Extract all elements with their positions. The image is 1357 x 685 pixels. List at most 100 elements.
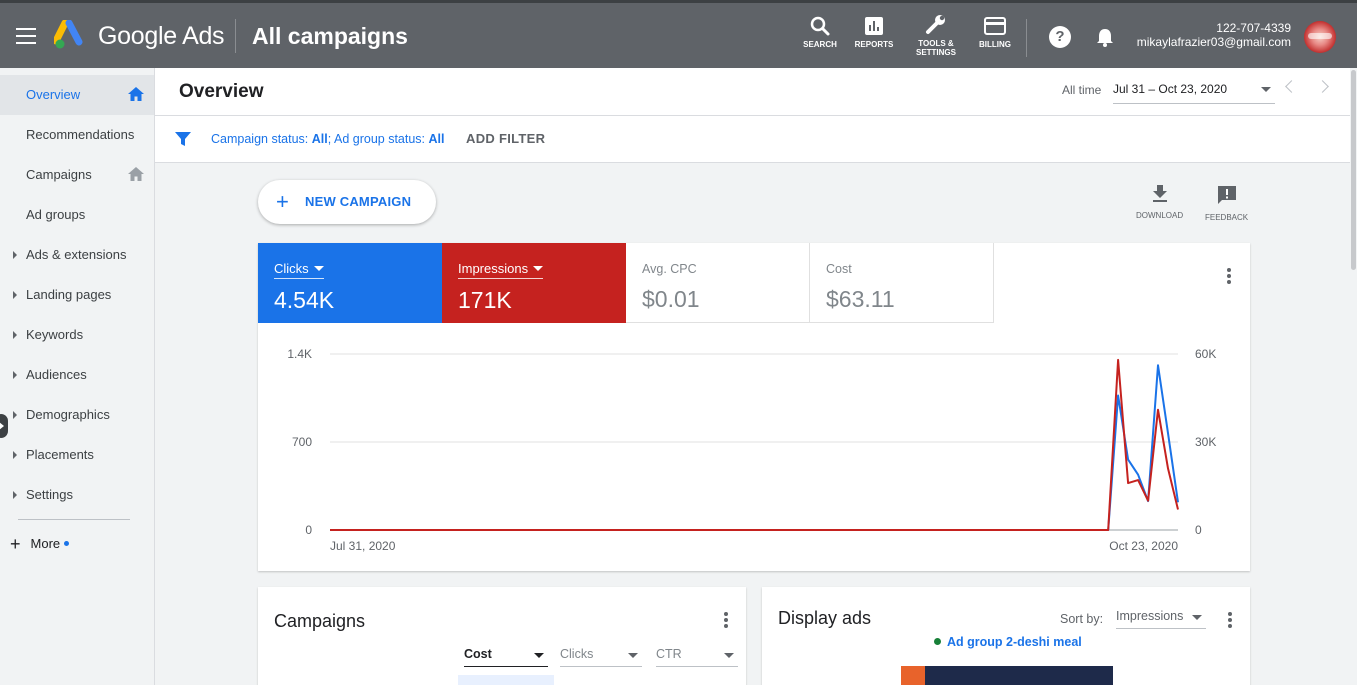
sidebar-item-campaigns[interactable]: Campaigns <box>0 155 154 195</box>
date-range-value: Jul 31 – Oct 23, 2020 <box>1113 82 1228 96</box>
wrench-icon <box>926 15 945 34</box>
display-ad-preview-image[interactable] <box>901 666 1113 685</box>
reports-icon <box>865 17 883 35</box>
impressions-value: 171K <box>458 287 512 313</box>
feedback-button[interactable]: FEEDBACK <box>1205 185 1248 222</box>
chart-grid <box>330 353 1178 531</box>
account-email: mikaylafrazier03@gmail.com <box>1136 35 1291 49</box>
sidebar-divider <box>18 519 130 520</box>
sidebar-item-keywords[interactable]: Keywords <box>0 315 154 355</box>
new-campaign-button[interactable]: + NEW CAMPAIGN <box>258 180 436 224</box>
google-ads-logo-icon[interactable] <box>54 20 86 50</box>
ad-group-link[interactable]: Ad group 2-deshi meal <box>934 635 1082 649</box>
more-options-icon[interactable] <box>1227 268 1231 286</box>
previous-range-icon[interactable] <box>1285 80 1298 93</box>
column-selector-ctr[interactable]: CTR <box>656 647 738 667</box>
scrollbar-thumb[interactable] <box>1351 70 1356 270</box>
column-selector-clicks[interactable]: Clicks <box>560 647 642 667</box>
left-axis-tick-label: 700 <box>292 435 312 449</box>
column-label: Clicks <box>560 647 594 661</box>
sidebar-item-demographics[interactable]: Demographics <box>0 395 154 435</box>
download-label: DOWNLOAD <box>1136 211 1184 220</box>
ad-group-status-label: ; Ad group status: <box>327 132 426 146</box>
sidebar-item-landing-pages[interactable]: Landing pages <box>0 275 154 315</box>
sidebar-item-label: Ads & extensions <box>26 247 127 262</box>
performance-card: Clicks 4.54K Impressions 171K Avg. CPC $… <box>258 243 1250 571</box>
metric-tile-clicks[interactable]: Clicks 4.54K <box>258 243 442 323</box>
download-icon <box>1152 185 1167 202</box>
expand-caret-icon <box>13 411 17 419</box>
avg-cpc-value: $0.01 <box>642 286 700 312</box>
sidebar-item-label: Keywords <box>26 327 84 342</box>
sidebar-item-label: Landing pages <box>26 287 112 302</box>
reports-tool-button[interactable]: REPORTS <box>844 15 904 49</box>
series-line-impressions[interactable] <box>330 358 1179 531</box>
sidebar-item-settings[interactable]: Settings <box>0 475 154 515</box>
metric-selector-clicks[interactable]: Clicks <box>274 261 324 279</box>
sidebar-item-ad-groups[interactable]: Ad groups <box>0 195 154 235</box>
sidebar-item-label: Placements <box>26 447 94 462</box>
sidebar-nav: Overview Recommendations Campaigns Ad gr… <box>0 68 155 685</box>
dropdown-arrow-icon <box>628 653 638 658</box>
home-icon <box>128 167 144 181</box>
brand-name[interactable]: Google Ads <box>98 22 225 51</box>
filter-bar: Campaign status: All; Ad group status: A… <box>155 116 1350 163</box>
notification-dot <box>64 541 70 546</box>
dropdown-arrow-icon <box>313 266 324 271</box>
more-options-icon[interactable] <box>1228 612 1232 630</box>
next-range-icon[interactable] <box>1316 80 1329 93</box>
sidebar-collapse-toggle[interactable] <box>0 414 8 438</box>
date-range-select[interactable]: Jul 31 – Oct 23, 2020 <box>1113 74 1275 104</box>
reports-tool-label: REPORTS <box>854 40 894 49</box>
billing-tool-button[interactable]: BILLING <box>965 15 1025 49</box>
clicks-value: 4.54K <box>274 287 335 313</box>
dropdown-arrow-icon <box>1192 615 1202 620</box>
display-ads-card: Display ads Sort by: Impressions Ad grou… <box>762 587 1250 685</box>
plus-icon: + <box>276 189 290 214</box>
sidebar-item-overview[interactable]: Overview <box>0 75 154 115</box>
add-filter-button[interactable]: ADD FILTER <box>466 131 545 146</box>
sidebar-item-label: Overview <box>26 87 81 102</box>
help-icon[interactable]: ? <box>1049 26 1071 48</box>
campaigns-card-title: Campaigns <box>274 611 366 631</box>
sidebar-item-label: Audiences <box>26 367 87 382</box>
download-button[interactable]: DOWNLOAD <box>1136 185 1183 220</box>
series-line-clicks[interactable] <box>330 364 1179 531</box>
dropdown-arrow-icon <box>533 266 544 271</box>
expand-caret-icon <box>13 331 17 339</box>
right-axis-tick-label: 60K <box>1195 347 1216 361</box>
left-axis-tick-label: 1.4K <box>287 347 312 361</box>
display-ads-card-title: Display ads <box>778 608 872 628</box>
tools-settings-label-1: TOOLS & <box>918 39 954 48</box>
account-info[interactable]: 122-707-4339 mikaylafrazier03@gmail.com <box>1137 21 1291 49</box>
sidebar-item-placements[interactable]: Placements <box>0 435 154 475</box>
sidebar-item-label: Demographics <box>26 407 110 422</box>
campaigns-card: Campaigns Cost Clicks CTR <box>258 587 746 685</box>
sidebar-more-button[interactable]: + More <box>10 534 70 555</box>
sidebar-item-ads-extensions[interactable]: Ads & extensions <box>0 235 154 275</box>
x-axis-start-label: Jul 31, 2020 <box>330 539 396 553</box>
column-selector-cost[interactable]: Cost <box>464 647 548 667</box>
more-options-icon[interactable] <box>724 612 728 630</box>
metric-selector-impressions[interactable]: Impressions <box>458 261 544 279</box>
sort-by-select[interactable]: Impressions <box>1116 609 1206 629</box>
more-label: More <box>30 536 61 551</box>
page-title: Overview <box>179 81 264 102</box>
metric-tile-cost[interactable]: Cost $63.11 <box>810 243 994 323</box>
filter-icon[interactable] <box>175 131 191 147</box>
hamburger-menu-icon[interactable] <box>16 28 36 44</box>
expand-caret-icon <box>13 371 17 379</box>
notifications-bell-icon[interactable] <box>1094 26 1116 48</box>
metric-tile-avg-cpc[interactable]: Avg. CPC $0.01 <box>626 243 810 323</box>
expand-caret-icon <box>13 251 17 259</box>
date-range-label: All time <box>1062 83 1102 97</box>
sidebar-item-label: Recommendations <box>26 127 135 142</box>
tools-settings-button[interactable]: TOOLS & SETTINGS <box>906 12 966 57</box>
search-tool-button[interactable]: SEARCH <box>790 15 850 49</box>
sidebar-item-audiences[interactable]: Audiences <box>0 355 154 395</box>
avatar[interactable] <box>1304 21 1336 53</box>
page-scrollbar[interactable] <box>1350 68 1357 685</box>
sidebar-item-recommendations[interactable]: Recommendations <box>0 115 154 155</box>
active-filters[interactable]: Campaign status: All; Ad group status: A… <box>211 132 445 146</box>
metric-tile-impressions[interactable]: Impressions 171K <box>442 243 626 323</box>
